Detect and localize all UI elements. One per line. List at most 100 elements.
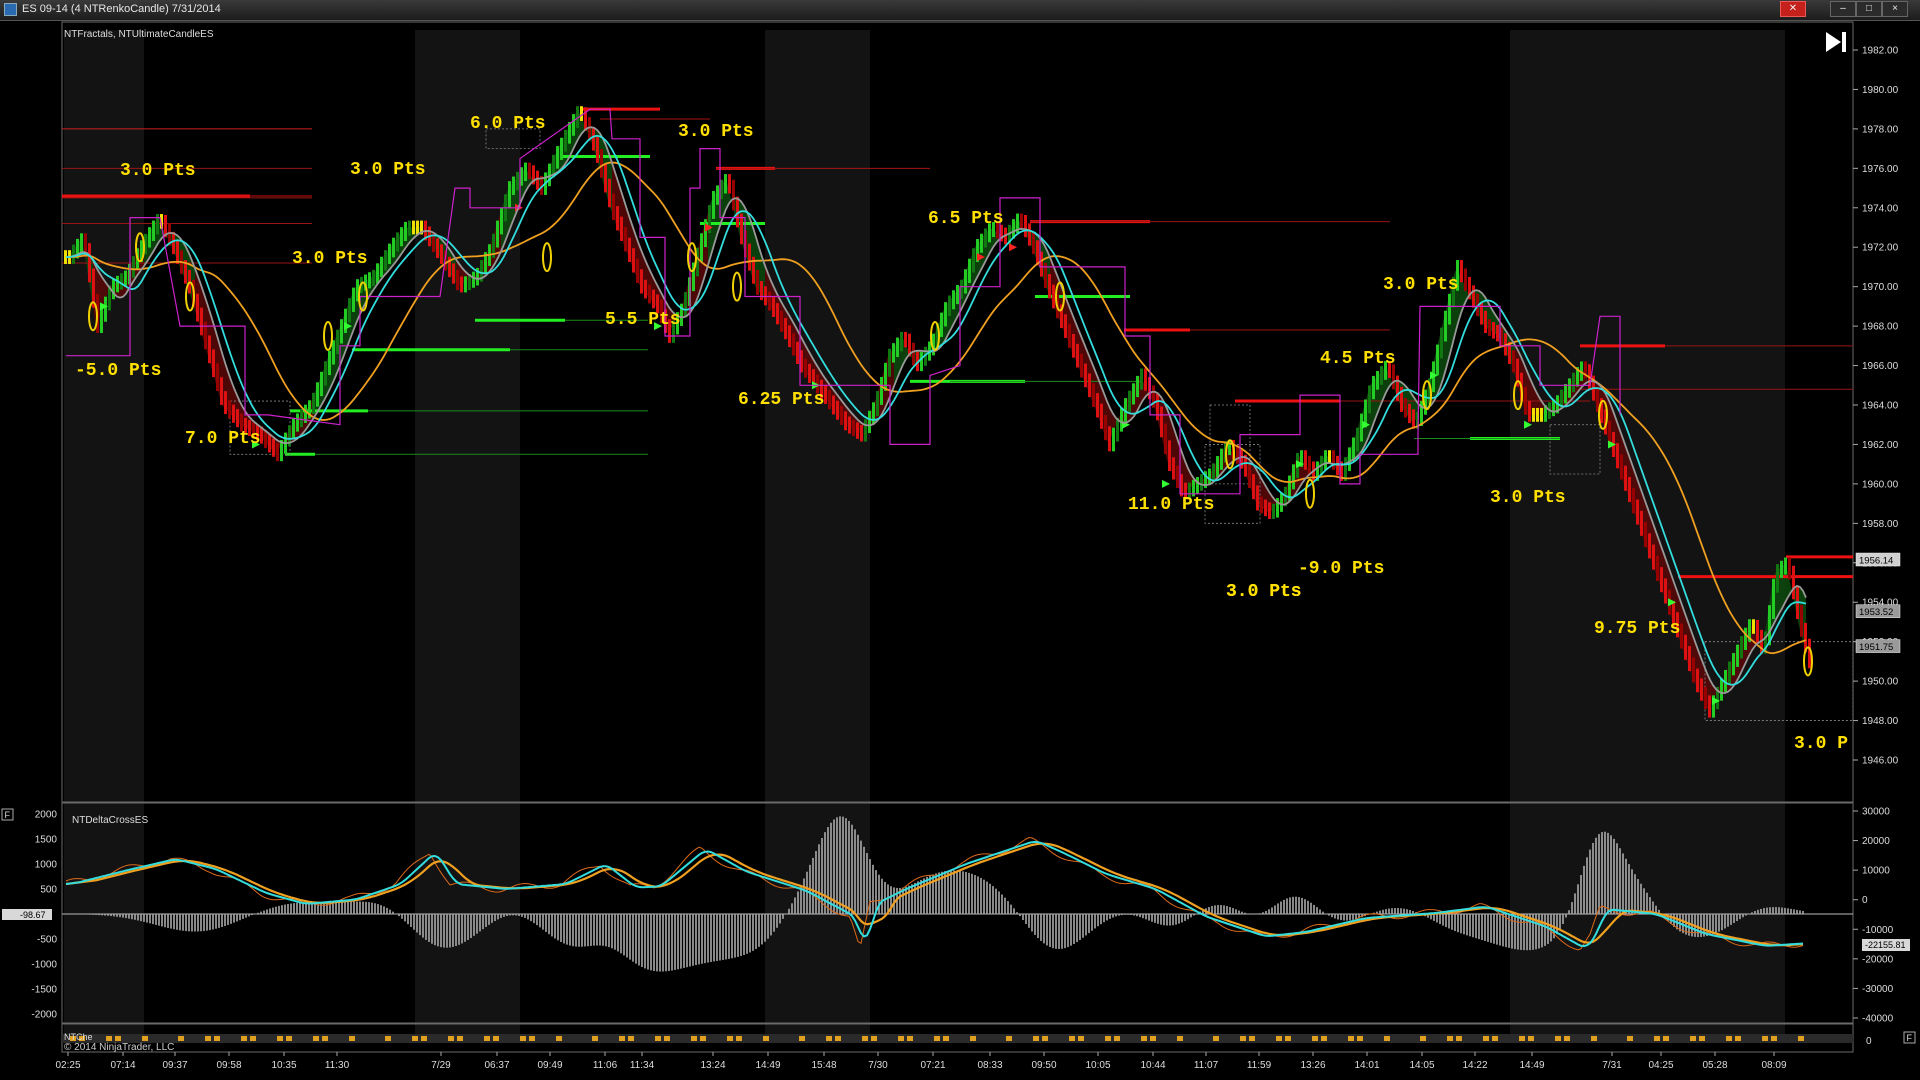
candle [172,231,175,255]
candle [748,243,751,271]
bottom-tick [1069,1036,1075,1041]
candle [1068,324,1071,348]
bottom-tick [835,1036,841,1041]
candle [388,243,391,264]
copyright: © 2014 NinjaTrader, LLC [64,1042,174,1053]
bottom-tick [1213,1036,1219,1041]
chart-canvas[interactable]: 1982.00 1980.00 1978.00 1976.00 1974.00 1972.… [0,0,1920,1080]
trade-label: 3.0 Pts [678,122,754,142]
candle [972,248,975,273]
candle [392,237,395,258]
candle [604,163,607,193]
candle [1692,657,1695,683]
time-tick-label: 14:49 [1519,1060,1544,1071]
bottom-tick [1276,1036,1282,1041]
candle [980,233,983,253]
bottom-tick [322,1036,328,1041]
candle [940,312,943,337]
candle [796,341,799,365]
candle [784,317,787,340]
candle [1464,268,1467,291]
price-tick-label: 1974.00 [1862,203,1899,214]
candle [1348,447,1351,472]
trade-label: 11.0 Pts [1128,495,1214,515]
candle [464,276,467,293]
time-axis[interactable]: 02:25 07:14 09:37 09:58 10:35 11:30 7/29 06:37 0… [55,1052,1787,1071]
bottom-tick [619,1036,625,1041]
price-tick-label: 1966.00 [1862,361,1899,372]
candle [1260,496,1263,514]
candle [704,219,707,248]
candle [104,296,107,322]
price-tick-label: 1978.00 [1862,124,1899,135]
bottom-tick [1150,1036,1156,1041]
price-axis[interactable]: 1982.00 1980.00 1978.00 1976.00 1974.00 1972.… [1853,46,1899,767]
candle [1372,375,1375,400]
bottom-tick [736,1036,742,1041]
candle [836,400,839,420]
candle [296,413,299,432]
bottom-tick [700,1036,706,1041]
bottom-tick [1591,1036,1597,1041]
candle [592,126,595,151]
candle [1788,557,1791,580]
trade-label: 4.5 Pts [1320,349,1396,369]
bottom-tick [1321,1036,1327,1041]
candle [760,281,763,301]
candle [500,207,503,235]
candle [1436,344,1439,376]
candle [904,331,907,348]
candle [268,434,271,453]
candle [1084,363,1087,388]
bottom-tick [214,1036,220,1041]
candle [1480,302,1483,325]
candle [560,137,563,160]
candle [1776,564,1779,593]
time-tick-label: 11:06 [593,1060,618,1071]
candle [380,256,383,278]
candle [1488,319,1491,336]
skip-to-end-icon[interactable] [1826,32,1846,52]
candle [780,310,783,332]
bottom-tick [520,1036,526,1041]
candle [112,278,115,300]
candle [1292,464,1295,490]
time-tick-label: 09:37 [162,1060,187,1071]
trade-label: 3.0 Pts [350,160,426,180]
candle [1460,260,1463,283]
candle [1628,476,1631,503]
bottom-tick [385,1036,391,1041]
candle [1652,544,1655,570]
candle [396,232,399,252]
bottom-tick [1798,1036,1804,1041]
time-tick-label: 7/31 [1602,1060,1622,1071]
price-tick-label: 1976.00 [1862,164,1899,175]
osc-left-tick: -1500 [31,984,57,995]
candle [912,342,915,366]
bottom-tick [691,1036,697,1041]
time-tick-label: 14:49 [755,1060,780,1071]
bottom-tick [1249,1036,1255,1041]
bottom-tick [943,1036,949,1041]
candle [684,292,687,318]
candle [624,227,627,252]
candle [536,170,539,190]
time-tick-label: 7/29 [431,1060,451,1071]
bottom-tick [313,1036,319,1041]
candle [216,363,219,392]
osc-left-tick: 2000 [35,810,58,821]
candle [152,220,155,241]
osc-right-tick: -30000 [1862,984,1894,995]
price-tag-label: 1953.52 [1859,607,1893,618]
candle [372,269,375,287]
candle [724,174,727,194]
candle [824,384,827,405]
candle [1696,668,1699,693]
trade-label: 3.0 Pts [292,249,368,269]
osc-left-tick: -2000 [31,1009,57,1020]
candle [1248,462,1251,488]
candle [1720,678,1723,701]
price-tick-label: 1948.00 [1862,716,1899,727]
bottom-tick [763,1036,769,1041]
candle [1104,415,1107,441]
